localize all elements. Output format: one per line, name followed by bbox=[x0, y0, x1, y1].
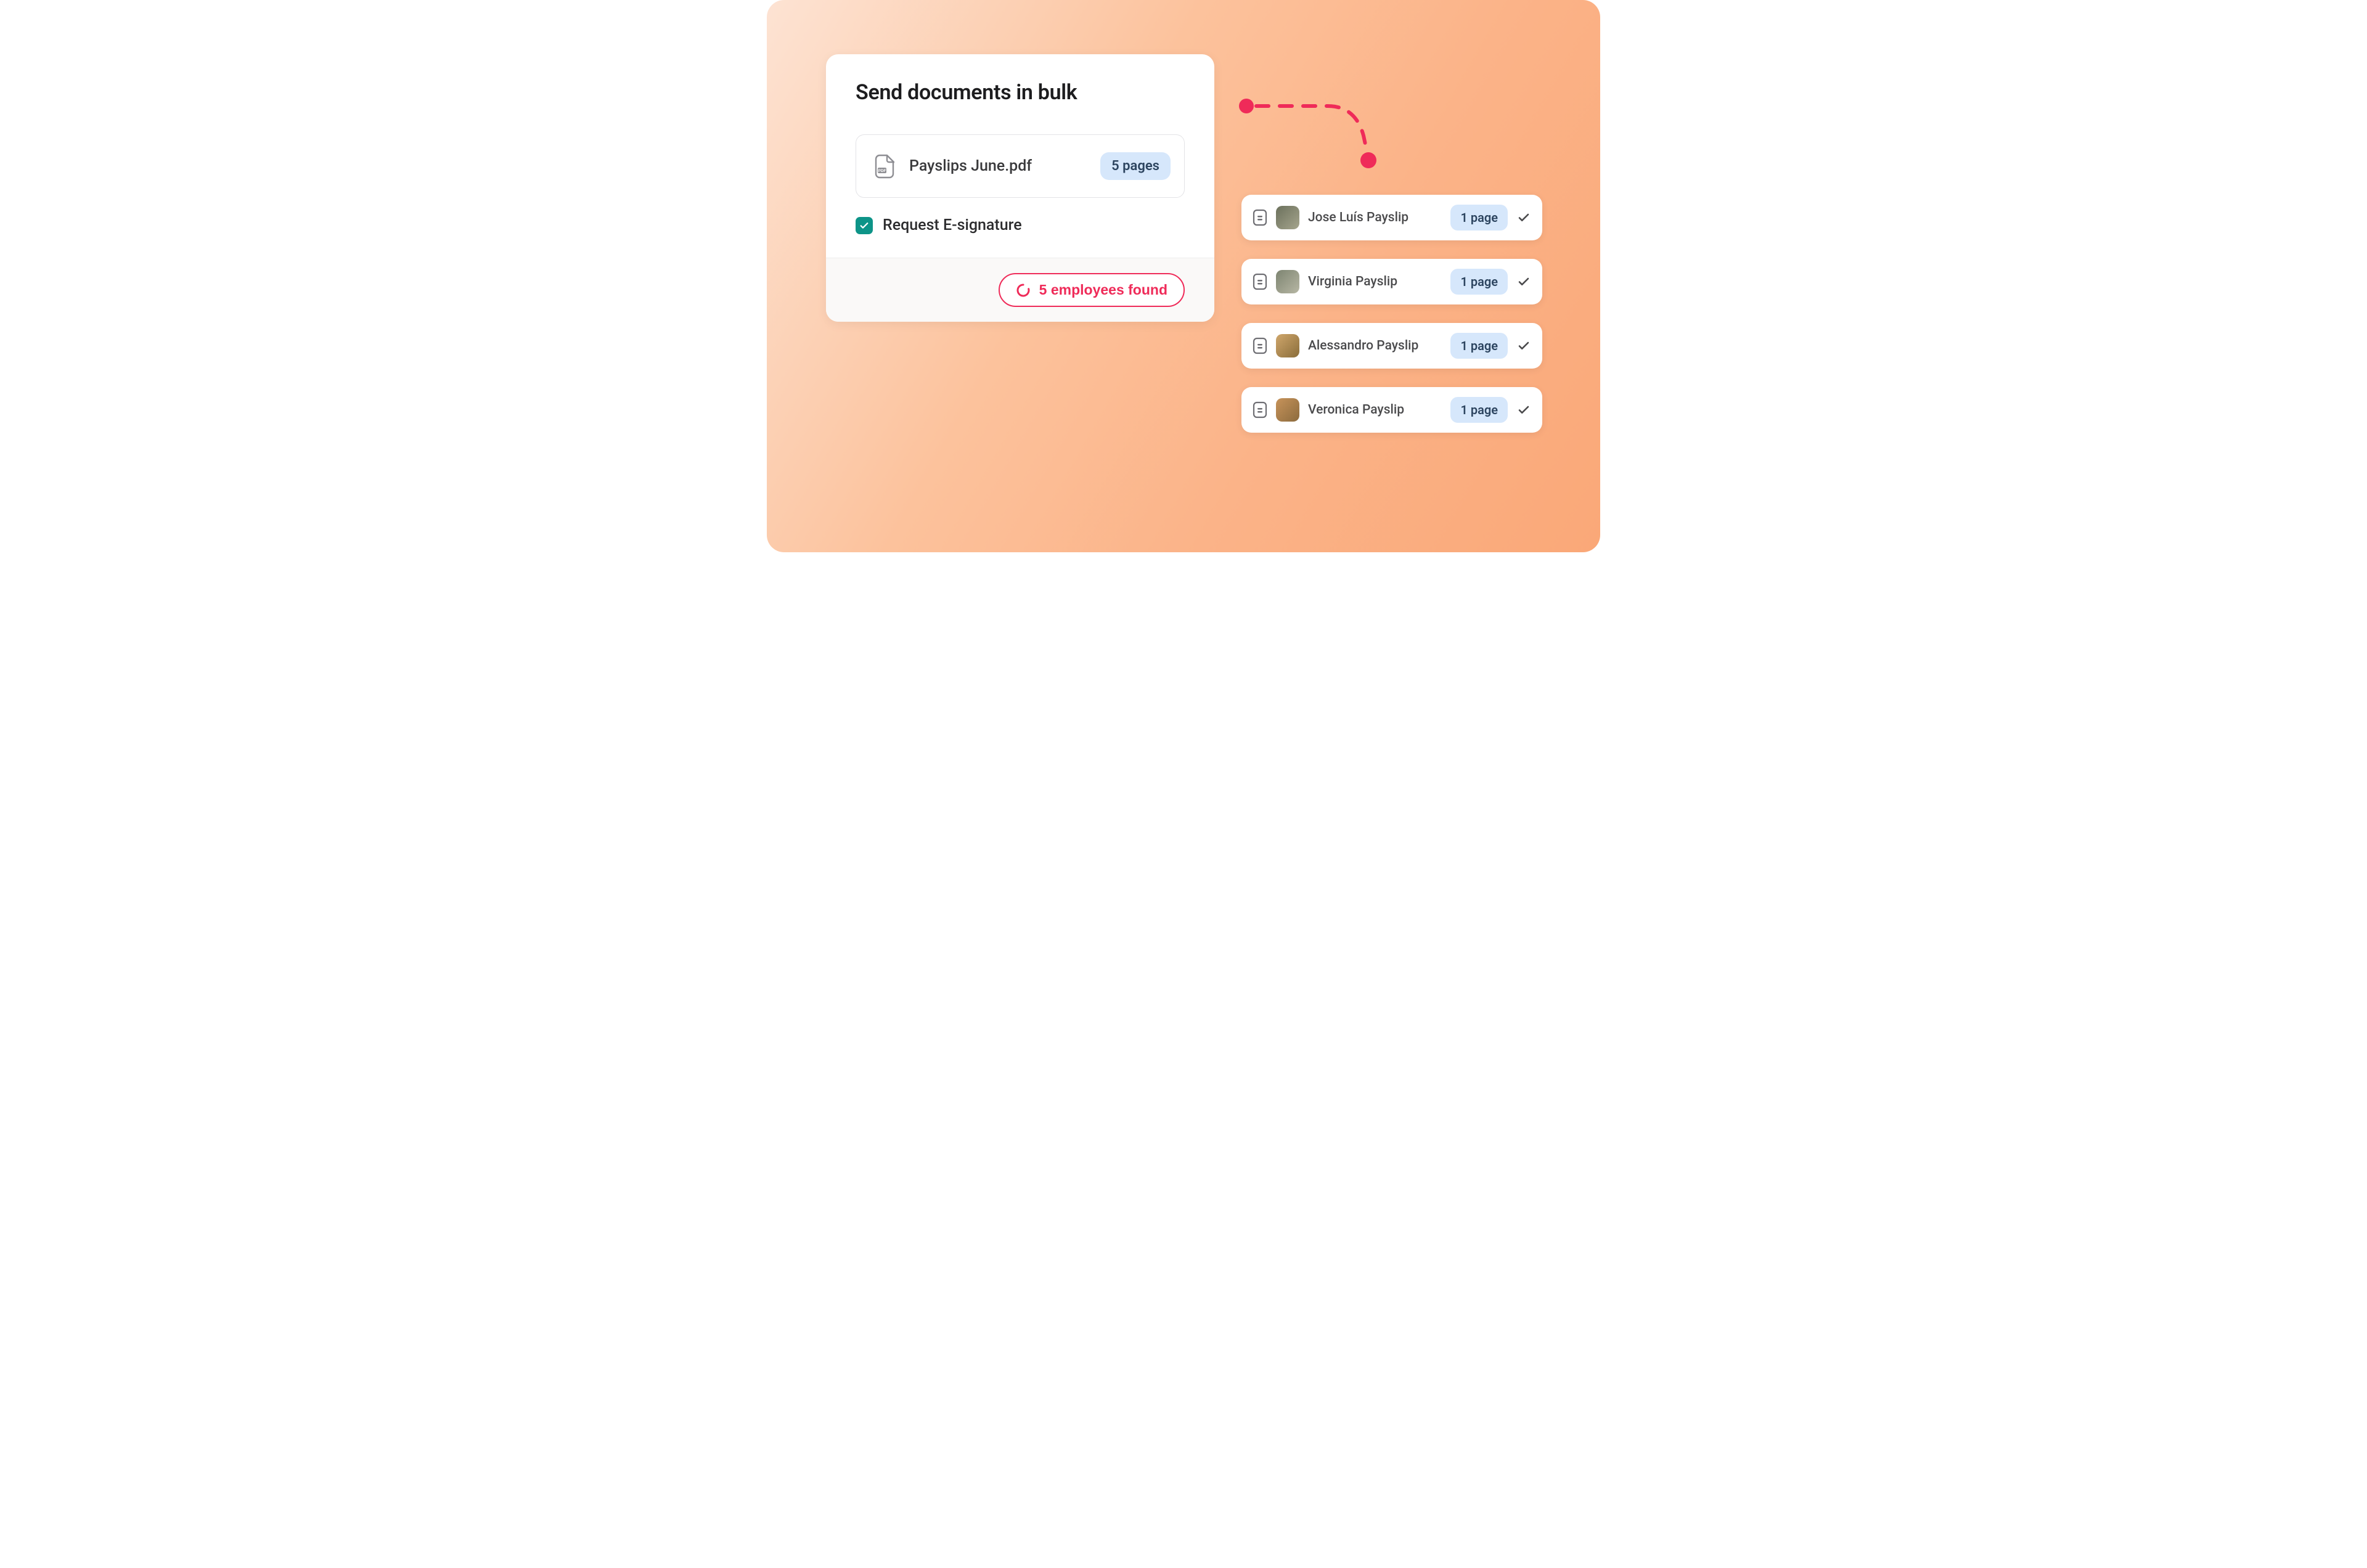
canvas: Send documents in bulk PDF Payslips June… bbox=[767, 0, 1600, 552]
document-icon bbox=[1253, 337, 1267, 354]
esign-checkbox[interactable] bbox=[856, 217, 873, 234]
payslip-name: Virginia Payslip bbox=[1308, 274, 1442, 289]
pages-badge: 1 page bbox=[1450, 269, 1508, 295]
payslip-name: Alessandro Payslip bbox=[1308, 338, 1442, 353]
employees-found-button[interactable]: 5 employees found bbox=[999, 273, 1185, 307]
check-icon bbox=[1516, 402, 1531, 417]
payslip-item[interactable]: Alessandro Payslip 1 page bbox=[1241, 323, 1542, 369]
check-icon bbox=[859, 220, 870, 231]
file-name: Payslips June.pdf bbox=[909, 157, 1087, 175]
avatar bbox=[1276, 398, 1299, 422]
pages-badge: 1 page bbox=[1450, 333, 1508, 359]
document-icon bbox=[1253, 273, 1267, 290]
check-icon bbox=[1516, 338, 1531, 353]
payslip-name: Veronica Payslip bbox=[1308, 402, 1442, 417]
bulk-send-card: Send documents in bulk PDF Payslips June… bbox=[826, 54, 1214, 322]
pages-badge: 1 page bbox=[1450, 397, 1508, 423]
payslip-item[interactable]: Jose Luís Payslip 1 page bbox=[1241, 195, 1542, 240]
esign-row[interactable]: Request E-signature bbox=[856, 216, 1185, 240]
avatar bbox=[1276, 270, 1299, 293]
uploaded-file-row[interactable]: PDF Payslips June.pdf 5 pages bbox=[856, 134, 1185, 198]
card-body: Send documents in bulk PDF Payslips June… bbox=[826, 54, 1214, 258]
pages-badge: 1 page bbox=[1450, 205, 1508, 231]
avatar bbox=[1276, 206, 1299, 229]
document-icon bbox=[1253, 209, 1267, 226]
payslip-item[interactable]: Virginia Payslip 1 page bbox=[1241, 259, 1542, 304]
svg-text:PDF: PDF bbox=[878, 169, 886, 173]
found-label: 5 employees found bbox=[1039, 282, 1167, 298]
payslip-item[interactable]: Veronica Payslip 1 page bbox=[1241, 387, 1542, 433]
connector-path bbox=[1235, 92, 1383, 179]
avatar bbox=[1276, 334, 1299, 357]
pages-badge: 5 pages bbox=[1100, 152, 1171, 180]
card-footer: 5 employees found bbox=[826, 258, 1214, 322]
esign-label: Request E-signature bbox=[883, 216, 1022, 234]
check-icon bbox=[1516, 210, 1531, 225]
payslip-name: Jose Luís Payslip bbox=[1308, 210, 1442, 225]
payslip-result-list: Jose Luís Payslip 1 page Virginia Paysli… bbox=[1241, 195, 1542, 433]
spinner-icon bbox=[1016, 283, 1031, 298]
document-icon bbox=[1253, 401, 1267, 419]
card-title: Send documents in bulk bbox=[856, 80, 1185, 105]
check-icon bbox=[1516, 274, 1531, 289]
pdf-file-icon: PDF bbox=[875, 154, 896, 179]
